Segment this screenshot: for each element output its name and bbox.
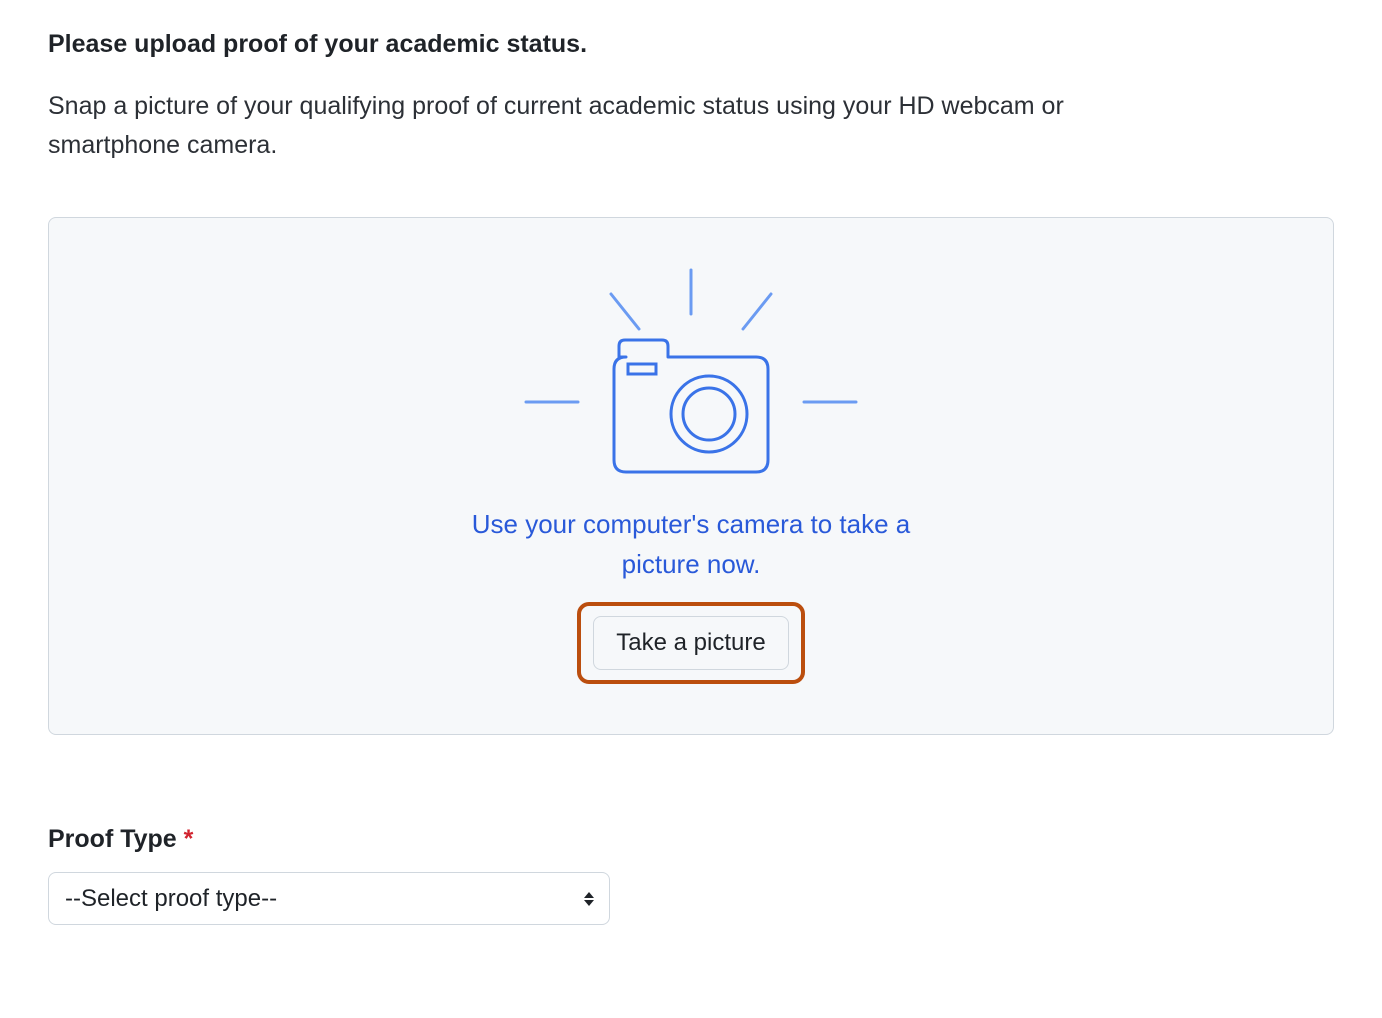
camera-prompt-text: Use your computer's camera to take a pic… [431, 504, 951, 585]
upload-heading: Please upload proof of your academic sta… [48, 30, 1334, 59]
proof-type-label-text: Proof Type [48, 825, 177, 853]
proof-type-label: Proof Type * [48, 825, 1334, 854]
camera-illustration [516, 264, 866, 484]
upload-description: Snap a picture of your qualifying proof … [48, 87, 1128, 165]
camera-icon [516, 264, 866, 484]
take-picture-button[interactable]: Take a picture [593, 616, 788, 670]
upload-panel: Use your computer's camera to take a pic… [48, 217, 1334, 736]
proof-type-select-wrap: --Select proof type-- [48, 872, 610, 925]
required-asterisk: * [184, 825, 194, 853]
take-picture-highlight: Take a picture [577, 602, 804, 684]
proof-type-select[interactable]: --Select proof type-- [48, 872, 610, 925]
